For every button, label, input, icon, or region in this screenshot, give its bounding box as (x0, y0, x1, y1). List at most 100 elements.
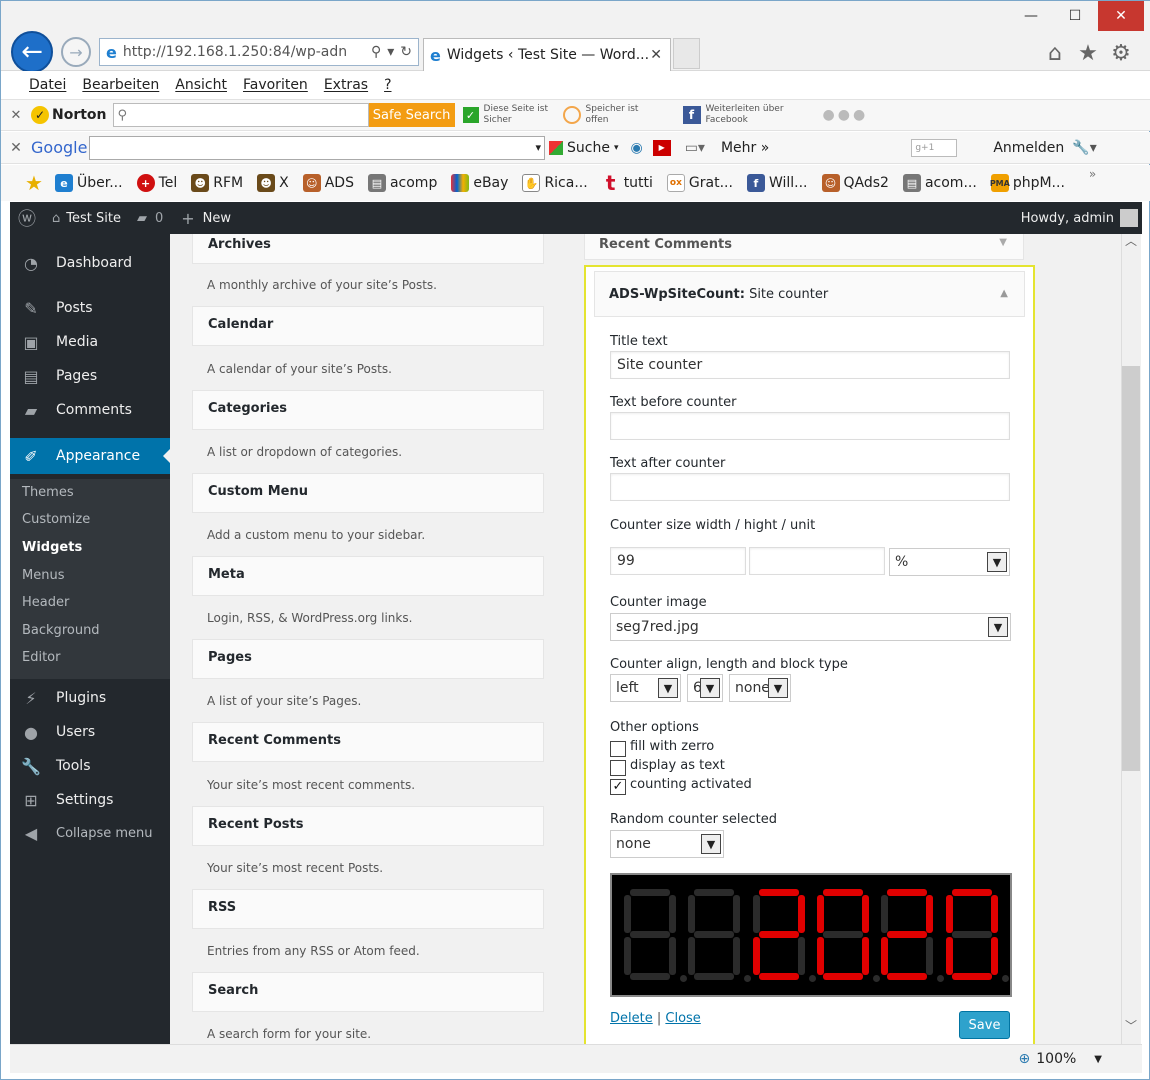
menu-dashboard[interactable]: ◔ Dashboard (10, 246, 170, 280)
fav-rfm[interactable]: ☻ RFM (191, 174, 243, 192)
widget-custom-menu[interactable]: Custom Menu (192, 473, 544, 513)
fav-ads[interactable]: ☺ ADS (302, 174, 354, 192)
close-window-button[interactable]: ✕ (1098, 1, 1144, 31)
submenu-themes[interactable]: Themes (22, 485, 74, 500)
refresh-icon[interactable]: ↻ (400, 44, 412, 60)
globe-icon[interactable]: ◉ (630, 140, 642, 156)
submenu-header[interactable]: Header (22, 595, 69, 610)
signin-button[interactable]: Anmelden (993, 140, 1064, 156)
more-dots-icon[interactable]: ●●● (823, 107, 869, 123)
unit-select[interactable]: % ▼ (889, 548, 1010, 576)
forward-button[interactable]: → (61, 37, 91, 67)
dropdown-icon[interactable]: ▾ (387, 44, 394, 60)
site-name-link[interactable]: ⌂ Test Site (52, 211, 121, 226)
submenu-customize[interactable]: Customize (22, 512, 90, 527)
widget-calendar[interactable]: Calendar (192, 306, 544, 346)
menu-comments[interactable]: ▰ Comments (10, 393, 170, 427)
fav-acom[interactable]: ▤ acom... (902, 174, 977, 192)
home-icon[interactable]: ⌂ (1041, 39, 1069, 67)
menu-users[interactable]: ● Users (10, 715, 170, 749)
widget-recent-posts[interactable]: Recent Posts (192, 806, 544, 846)
favorites-star-icon[interactable]: ★ (1074, 39, 1102, 67)
widget-search[interactable]: Search (192, 972, 544, 1012)
fav-tel[interactable]: + Tel (136, 174, 177, 192)
fav-x[interactable]: ☻ X (257, 174, 289, 192)
widget-meta[interactable]: Meta (192, 556, 544, 596)
browser-tab[interactable]: e Widgets ‹ Test Site — Word... ✕ (423, 38, 671, 71)
keyboard-icon[interactable]: ▭▾ (685, 140, 705, 156)
fav-will[interactable]: f Will... (746, 174, 808, 192)
address-bar[interactable]: e http://192.168.1.250:84/wp-adn ⚲ ▾ ↻ (99, 38, 419, 66)
zoom-dropdown-icon[interactable]: ▼ (1094, 1054, 1102, 1065)
menu-plugins[interactable]: ⚡ Plugins (10, 681, 170, 715)
norton-search-input[interactable]: ⚲ (112, 103, 369, 127)
close-toolbar-icon[interactable]: ✕ (1, 140, 31, 156)
widget-rss[interactable]: RSS (192, 889, 544, 929)
new-content-link[interactable]: + New (181, 209, 231, 228)
fav-grat[interactable]: ox Grat... (666, 174, 733, 192)
close-toolbar-icon[interactable]: ✕ (1, 108, 31, 123)
zoom-control[interactable]: ⊕ 100% (1019, 1051, 1077, 1067)
block-type-select[interactable]: none ▼ (729, 674, 791, 702)
close-tab-icon[interactable]: ✕ (650, 47, 670, 63)
more-button[interactable]: Mehr » (721, 140, 769, 156)
fav-tutti[interactable]: t tutti (602, 171, 653, 195)
comments-link[interactable]: ▰ 0 (137, 211, 163, 226)
minimize-button[interactable]: — (1009, 1, 1053, 31)
scroll-down-icon[interactable]: ﹀ (1125, 1017, 1137, 1034)
title-input[interactable]: Site counter (610, 351, 1010, 379)
display-text-checkbox[interactable] (610, 760, 626, 776)
scrollbar-thumb[interactable] (1122, 366, 1140, 771)
add-favorite-star-icon[interactable]: ★ (25, 171, 47, 195)
menu-posts[interactable]: ✎ Posts (10, 291, 170, 325)
google-search-button[interactable]: Suche ▾ (549, 140, 618, 156)
sidebar-widget-recent-comments[interactable]: Recent Comments ▼ (584, 234, 1024, 260)
new-tab-button[interactable] (673, 38, 700, 69)
fav-uber[interactable]: e Über... (55, 174, 123, 192)
width-input[interactable]: 99 (610, 547, 746, 575)
counter-image-select[interactable]: seg7red.jpg ▼ (610, 613, 1011, 641)
submenu-widgets[interactable]: Widgets (22, 540, 82, 555)
menu-ansicht[interactable]: Ansicht (175, 77, 227, 93)
menu-appearance[interactable]: ✐ Appearance (10, 438, 170, 474)
google-search-input[interactable]: ▾ (89, 135, 545, 160)
back-button[interactable]: ← (11, 31, 53, 73)
menu-datei[interactable]: Datei (29, 77, 66, 93)
safe-search-button[interactable]: Safe Search (368, 103, 455, 127)
save-button[interactable]: Save (959, 1011, 1010, 1039)
height-input[interactable] (749, 547, 885, 575)
menu-settings[interactable]: ⊞ Settings (10, 783, 170, 817)
length-select[interactable]: 6 ▼ (687, 674, 723, 702)
widget-pages[interactable]: Pages (192, 639, 544, 679)
account-menu[interactable]: Howdy, admin (1021, 209, 1142, 227)
search-icon[interactable]: ⚲ (371, 44, 381, 60)
menu-media[interactable]: ▣ Media (10, 325, 170, 359)
close-link[interactable]: Close (665, 1011, 700, 1026)
menu-pages[interactable]: ▤ Pages (10, 359, 170, 393)
delete-link[interactable]: Delete (610, 1011, 653, 1026)
collapse-menu[interactable]: ◀ Collapse menu (10, 816, 170, 850)
fav-qads2[interactable]: ☺ QAds2 (821, 174, 889, 192)
expand-icon[interactable]: ▼ (999, 237, 1007, 248)
widget-header[interactable]: ADS-WpSiteCount: Site counter ▲ (594, 271, 1025, 317)
collapse-icon[interactable]: ▲ (1000, 288, 1008, 299)
counting-activated-checkbox[interactable]: ✓ (610, 779, 626, 795)
submenu-background[interactable]: Background (22, 623, 100, 638)
submenu-menus[interactable]: Menus (22, 568, 64, 583)
widget-archives[interactable]: Archives (192, 234, 544, 264)
menu-help[interactable]: ? (384, 77, 391, 93)
widget-recent-comments[interactable]: Recent Comments (192, 722, 544, 762)
wrench-icon[interactable]: 🔧▾ (1072, 140, 1096, 156)
widget-categories[interactable]: Categories (192, 390, 544, 430)
wordpress-logo-icon[interactable]: ⓦ (10, 205, 44, 231)
fill-zero-checkbox[interactable] (610, 741, 626, 757)
fav-rica[interactable]: ✋ Rica... (522, 174, 588, 192)
gear-icon[interactable]: ⚙ (1107, 39, 1135, 67)
menu-extras[interactable]: Extras (324, 77, 368, 93)
random-counter-select[interactable]: none ▼ (610, 830, 724, 858)
fav-phpm[interactable]: PMA phpM... (990, 174, 1065, 192)
maximize-button[interactable]: ☐ (1053, 1, 1097, 31)
chevron-more-icon[interactable]: » (1089, 167, 1096, 181)
text-before-input[interactable] (610, 412, 1010, 440)
submenu-editor[interactable]: Editor (22, 650, 60, 665)
